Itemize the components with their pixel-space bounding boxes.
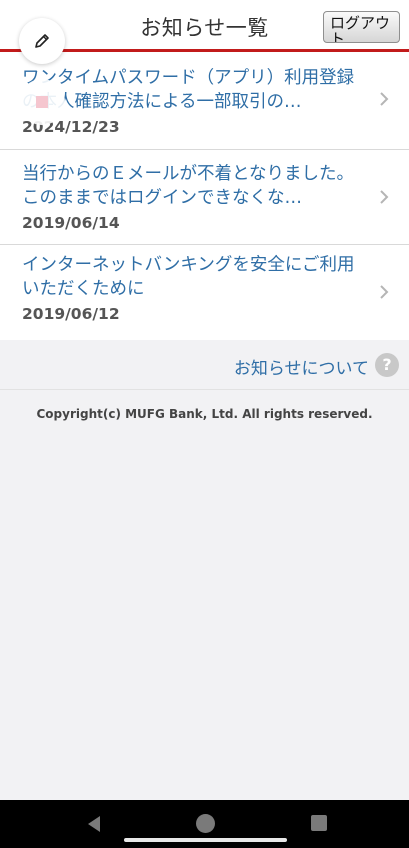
notice-date: 2019/06/14 <box>22 214 120 232</box>
notice-list-screen: お知らせ一覧 ログアウト ワンタイムパスワード（アプリ）利用登録の本人確認方法に… <box>0 0 409 848</box>
notice-title: 当行からのＥメールが不着となりました。このままではログインできなくな… <box>22 164 354 208</box>
chevron-right-icon <box>380 92 389 106</box>
marker-floating-button[interactable] <box>19 79 65 125</box>
copyright-text: Copyright(c) MUFG Bank, Ltd. All rights … <box>36 407 373 421</box>
help-icon[interactable]: ? <box>375 353 399 377</box>
back-icon[interactable] <box>84 814 104 834</box>
notice-item[interactable]: インターネットバンキングを安全にご利用いただくために 2019/06/12 <box>0 245 409 340</box>
chevron-right-icon <box>380 190 389 204</box>
about-notices-row: お知らせについて ? <box>0 340 409 390</box>
notice-title: インターネットバンキングを安全にご利用いただくために <box>22 255 355 299</box>
logout-button[interactable]: ログアウト <box>323 11 400 43</box>
edit-floating-button[interactable] <box>19 18 65 64</box>
notice-title: ワンタイムパスワード（アプリ）利用登録の本人確認方法による一部取引の… <box>22 68 355 112</box>
notice-date: 2019/06/12 <box>22 305 120 323</box>
android-nav-bar <box>0 800 409 848</box>
recent-apps-icon[interactable] <box>311 815 327 831</box>
gesture-handle[interactable] <box>124 838 287 842</box>
about-notices-link[interactable]: お知らせについて <box>234 354 369 379</box>
notice-item[interactable]: 当行からのＥメールが不着となりました。このままではログインできなくな… 2019… <box>0 150 409 245</box>
pencil-icon <box>35 34 49 48</box>
home-icon[interactable] <box>196 814 215 833</box>
pink-square-icon <box>36 96 48 108</box>
chevron-right-icon <box>380 285 389 299</box>
